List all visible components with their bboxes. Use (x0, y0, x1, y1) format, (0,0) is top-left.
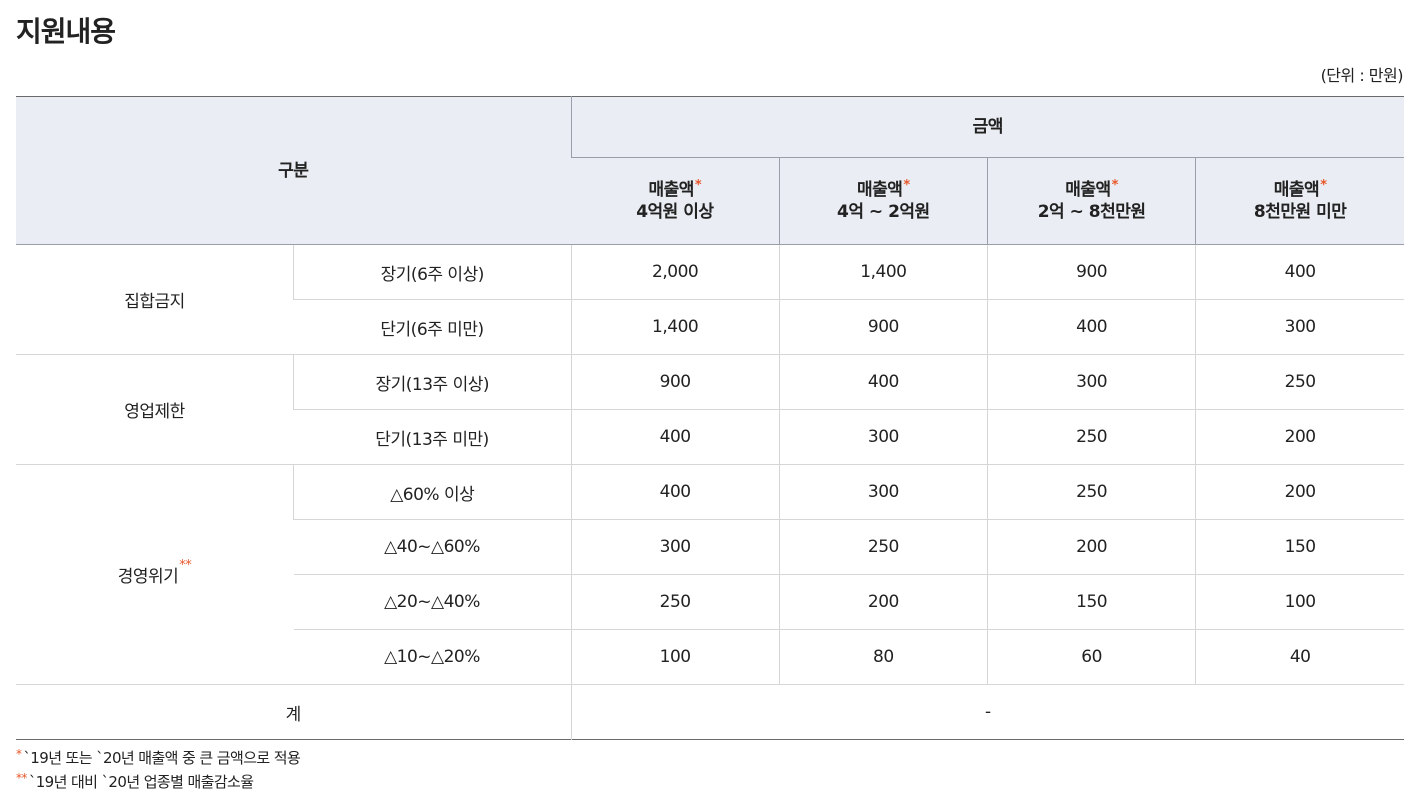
amount-cell: 400 (986, 299, 1196, 355)
header-column-line2: 4억 ~ 2억원 (837, 202, 930, 222)
header-column-line1: 매출액 (1273, 180, 1320, 200)
footnote-mark: * (16, 747, 22, 761)
amount-cell: 200 (778, 574, 988, 630)
sub-category-cell: △10~△20% (293, 629, 571, 685)
amount-cell: 40 (1195, 629, 1405, 685)
amount-cell: 2,000 (570, 244, 780, 300)
footnote-1: * `19년 또는 `20년 매출액 중 큰 금액으로 적용 (16, 746, 301, 770)
amount-cell: 200 (1195, 464, 1405, 520)
group-label: 집합금지 (124, 292, 185, 312)
amount-cell: 200 (986, 519, 1196, 575)
footnote-mark: ** (16, 771, 27, 785)
table-row: 영업제한 장기(13주 이상) 900 400 300 250 (16, 354, 1405, 465)
asterisk-mark: * (694, 178, 702, 193)
header-column-line1: 매출액 (648, 180, 695, 200)
header-amount: 금액 (570, 96, 1405, 158)
amount-cell: 1,400 (778, 244, 988, 300)
total-value: - (570, 684, 1405, 740)
unit-label: (단위 : 만원) (1320, 66, 1404, 85)
amount-cell: 400 (570, 464, 780, 520)
table-row: 집합금지 장기(6주 이상) 2,000 1,400 900 400 (16, 244, 1405, 355)
amount-cell: 300 (778, 464, 988, 520)
sub-category-cell: 단기(6주 미만) (293, 299, 571, 355)
asterisk-mark: * (903, 178, 910, 193)
amount-cell: 300 (1195, 299, 1405, 355)
header-column-line1: 매출액 (1065, 180, 1111, 200)
amount-cell: 250 (1195, 354, 1405, 410)
amount-cell: 80 (778, 629, 988, 685)
amount-cell: 300 (778, 409, 988, 465)
asterisk-mark: * (1320, 178, 1327, 193)
header-column-3: 매출액* 8천만원 미만 (1195, 157, 1405, 245)
sub-category-cell: 장기(6주 이상) (293, 244, 571, 300)
group-label: 경영위기 (117, 567, 179, 587)
group-label: 영업제한 (124, 402, 185, 422)
amount-cell: 900 (986, 244, 1196, 300)
amount-cell: 200 (1195, 409, 1405, 465)
header-column-1: 매출액* 4억 ~ 2억원 (778, 157, 988, 245)
amount-cell: 400 (570, 409, 780, 465)
amount-cell: 1,400 (570, 299, 780, 355)
header-category: 구분 (16, 96, 571, 245)
amount-cell: 150 (986, 574, 1196, 630)
header-column-line1: 매출액 (857, 180, 903, 200)
amount-cell: 300 (986, 354, 1196, 410)
group-label-cell: 경영위기** (16, 464, 294, 685)
amount-cell: 900 (778, 299, 988, 355)
amount-cell: 60 (986, 629, 1196, 685)
header-column-0: 매출액* 4억원 이상 (571, 157, 780, 245)
amount-cell: 400 (1195, 244, 1405, 300)
footnote-2: ** `19년 대비 `20년 업종별 매출감소율 (16, 770, 300, 794)
page-title: 지원내용 (16, 15, 116, 48)
total-row: 계- (16, 684, 1405, 740)
amount-cell: 100 (570, 629, 780, 685)
header-column-line2: 8천만원 미만 (1253, 202, 1347, 222)
double-asterisk-mark: ** (179, 558, 192, 573)
header-column-line2: 2억 ~ 8천만원 (1037, 202, 1146, 222)
header-column-2: 매출액* 2억 ~ 8천만원 (986, 157, 1196, 245)
group-label-cell: 집합금지 (16, 244, 294, 355)
table-row: 경영위기** △60% 이상 400 300 250 200 (16, 464, 1405, 685)
amount-cell: 100 (1195, 574, 1405, 630)
amount-cell: 300 (570, 519, 780, 575)
group-label-cell: 영업제한 (16, 354, 294, 465)
amount-cell: 250 (986, 464, 1196, 520)
total-label: 계 (285, 704, 302, 725)
sub-category-cell: △20~△40% (293, 574, 571, 630)
sub-category-cell: 장기(13주 이상) (293, 354, 571, 410)
amount-cell: 900 (570, 354, 780, 410)
amount-cell: 250 (570, 574, 780, 630)
support-table: 구분 금액 매출액* 4억원 이상 매출액* 4억 ~ 2억원 매출액* 2억 ~ 8천만… (16, 96, 1405, 740)
asterisk-mark: * (1111, 178, 1119, 193)
amount-cell: 150 (1195, 519, 1405, 575)
footnote-text: `19년 또는 `20년 매출액 중 큰 금액으로 적용 (23, 749, 301, 767)
amount-cell: 250 (986, 409, 1196, 465)
sub-category-cell: △60% 이상 (293, 464, 571, 520)
footnote-text: `19년 대비 `20년 업종별 매출감소율 (28, 773, 254, 791)
amount-cell: 250 (778, 519, 988, 575)
footnotes: * `19년 또는 `20년 매출액 중 큰 금액으로 적용 ** `19년 대비 `… (16, 746, 301, 794)
amount-cell: 400 (778, 354, 988, 410)
header-column-line2: 4억원 이상 (636, 202, 714, 222)
sub-category-cell: 단기(13주 미만) (293, 409, 571, 465)
sub-category-cell: △40~△60% (293, 519, 571, 575)
